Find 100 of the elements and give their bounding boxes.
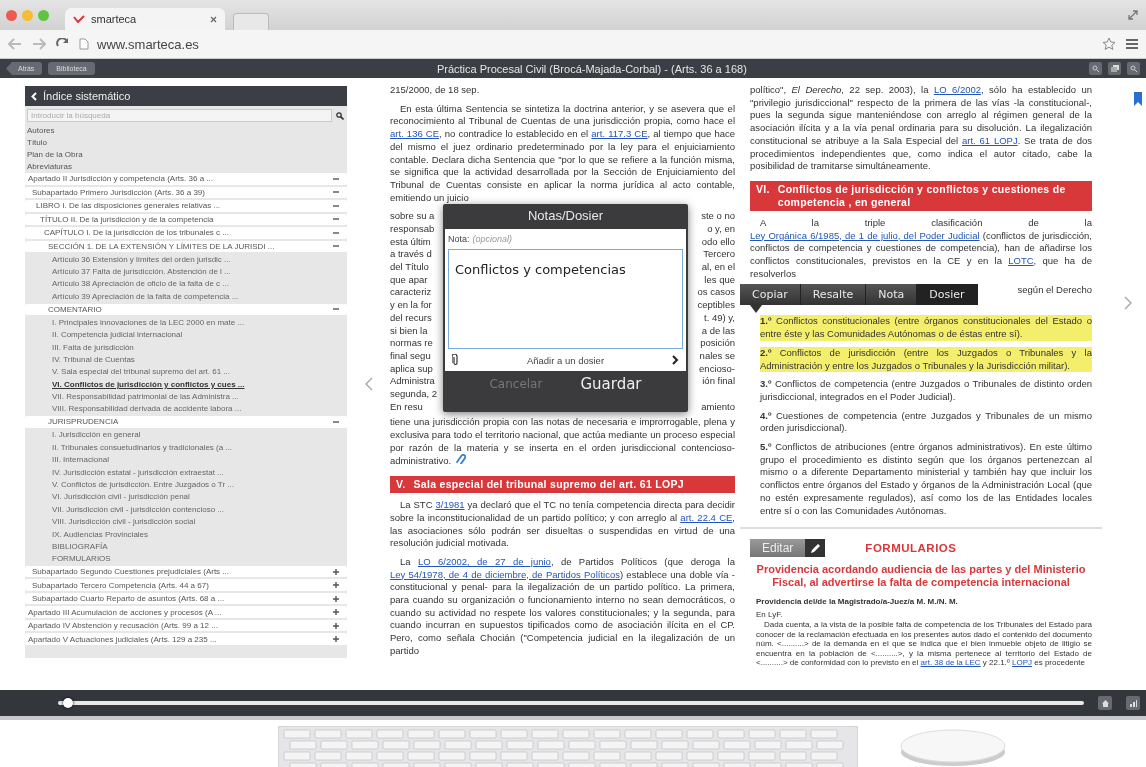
link[interactable]: Ley Orgánica 6/1985, de 1 de julio, del Poder Judicial bbox=[750, 229, 980, 241]
link[interactable]: 3/1981 bbox=[435, 499, 465, 511]
toolbar-button[interactable]: Copiar bbox=[740, 284, 801, 306]
text-fragment: sobre su a bbox=[390, 210, 435, 223]
paragraph: 215/2000, de 18 sep. bbox=[390, 84, 481, 97]
tree-group[interactable]: Subapartado Primero Jurisdicción (Arts. 36 a 39) bbox=[25, 186, 347, 198]
tree-group[interactable]: CAPÍTULO I. De la jurisdicción de los tribunales c ... bbox=[25, 227, 347, 239]
url-text[interactable]: www.smarteca.es bbox=[97, 36, 199, 52]
text-fragment: amiento bbox=[701, 400, 735, 414]
tree-item[interactable]: VI. Jurisdicción civil - jurisdicción penal bbox=[25, 490, 347, 504]
text-fragment: nales se bbox=[699, 349, 735, 363]
tree-item[interactable]: II. Competencia judicial internacional bbox=[25, 328, 347, 341]
tree-group[interactable]: COMENTARIO bbox=[25, 303, 347, 316]
tree-item[interactable]: VI. Conflictos de jurisdicción y conflictos y cues ... bbox=[25, 378, 347, 391]
text-fragment: responsab bbox=[390, 223, 435, 236]
toolbar-button[interactable]: Nota bbox=[866, 284, 918, 306]
tree-item[interactable]: III. Internacional bbox=[25, 453, 347, 466]
star-icon[interactable] bbox=[1102, 37, 1116, 51]
tree-group[interactable]: TÍTULO II. De la jurisdicción y de la competencia bbox=[25, 213, 347, 225]
link[interactable]: LOPJ bbox=[1012, 658, 1032, 668]
section-title: Conflictos de jurisdicción y conflictos y cuestiones de competencia , en general bbox=[777, 182, 1067, 209]
text-fragment: ste o no bbox=[701, 210, 735, 223]
close-icon[interactable] bbox=[210, 15, 217, 23]
tree-item[interactable]: Artículo 38 Apreciación de oficio de la falta de c ... bbox=[25, 277, 347, 291]
index-link[interactable]: Autores bbox=[25, 124, 347, 136]
tree-item[interactable]: IV. Tribunal de Cuentas bbox=[25, 353, 347, 366]
pages-icon bbox=[1110, 65, 1119, 72]
note-field[interactable]: Conflictos y competencias bbox=[448, 249, 683, 350]
slider-thumb[interactable] bbox=[63, 698, 74, 708]
index-title: Índice sistemático bbox=[43, 90, 131, 102]
search-button[interactable] bbox=[1127, 62, 1140, 75]
text-fragment: segunda, 2 bbox=[390, 387, 437, 401]
tree-group[interactable]: Apartado IV Abstención y recusación (Arts. 99 a 12 ... bbox=[25, 620, 347, 632]
link[interactable]: art. 136 CE bbox=[390, 128, 439, 140]
text-fragment: o y, en bbox=[707, 223, 735, 236]
text-fragment: t. 49) y, bbox=[704, 311, 735, 325]
index-link[interactable]: Abreviaturas bbox=[25, 160, 347, 172]
search-icon[interactable] bbox=[336, 111, 344, 120]
tree-item[interactable]: IV. Jurisdicción estatal - jurisdicción extraestat ... bbox=[25, 465, 347, 479]
text-fragment: al, en el bbox=[701, 261, 735, 274]
tree-group[interactable]: Apartado V Actuaciones judiciales (Arts. 129 a 235 ... bbox=[25, 633, 347, 645]
resize-icon[interactable] bbox=[1128, 10, 1138, 20]
tree-item[interactable]: VIII. Responsabilidad derivada de accidente labora ... bbox=[25, 402, 347, 416]
text-fragment: posición bbox=[700, 337, 735, 350]
tree-item[interactable]: I. Principales innovaciones de la LEC 2000 en mate ... bbox=[25, 316, 347, 329]
tree-item[interactable]: II. Tribunales consuetudinarios y tradicionales (a ... bbox=[25, 441, 347, 454]
text-fragment: a de las bbox=[701, 324, 735, 338]
link[interactable]: art. 38 de la LEC bbox=[920, 658, 981, 668]
browser-tab[interactable]: smarteca bbox=[65, 8, 225, 30]
tree-group[interactable]: JURISPRUDENCIA bbox=[25, 416, 347, 428]
tree-group[interactable]: Apartado III Acumulación de acciones y procesos (A ... bbox=[25, 606, 347, 618]
tree-group[interactable]: Subapartado Tercero Competencia (Arts. 44 a 67) bbox=[25, 579, 347, 591]
menu-icon[interactable] bbox=[1126, 39, 1138, 49]
chevron-right-icon[interactable] bbox=[1124, 296, 1132, 310]
close-window-icon[interactable] bbox=[6, 9, 17, 21]
chart-button[interactable] bbox=[1126, 696, 1140, 710]
tree-item[interactable]: BIBLIOGRAFÍA bbox=[25, 540, 347, 553]
text-fragment: y en la for bbox=[390, 299, 432, 312]
tree-group[interactable]: LIBRO I. De las disposiciones generales relativas ... bbox=[25, 200, 347, 212]
tree-group[interactable]: SECCIÓN 1. DE LA EXTENSIÓN Y LÍMITES DE LA JURISDI ... bbox=[25, 240, 347, 252]
link[interactable]: art. 61 LOPJ bbox=[962, 134, 1018, 146]
tree-item[interactable]: IX. Audiencias Provinciales bbox=[25, 527, 347, 541]
link[interactable]: art. 117.3 CE bbox=[591, 128, 648, 140]
dialog-button[interactable]: Guardar bbox=[574, 374, 648, 395]
tree-item[interactable]: VII. Jurisdicción civil - jurisdicción contencioso ... bbox=[25, 503, 347, 516]
tree-group[interactable]: Subapartado Cuarto Reparto de asuntos (Arts. 68 a ... bbox=[25, 593, 347, 605]
tree-item[interactable]: Artículo 36 Extensión y límites del orden jurisdic ... bbox=[25, 253, 347, 266]
toolbar-button[interactable]: Resalte bbox=[800, 284, 867, 306]
tree-item[interactable]: VIII. Jurisdicción civil - jurisdicción social bbox=[25, 515, 347, 528]
list-item: 5.º Conflictos de atribuciones (entre órganos administrativos). En este último grupo el procedimiento es distinto según que los órganos pertenezcan al mismo o a diferente Departamento ministerial y también hay que incluir los conflictos entre órganos del Estado y órganos de la Administración Local (que no estén expresamente regulados), así como los de las Entidades locales entre sí o con las Comunidades Autónomas. bbox=[760, 441, 1092, 518]
search-field[interactable]: Introducir la búsqueda bbox=[27, 109, 332, 122]
link[interactable]: LOTC bbox=[1008, 255, 1034, 267]
text-fragment: ceptibles bbox=[697, 299, 735, 312]
tree-item[interactable]: Artículo 37 Falta de jurisdicción. Abstención de l ... bbox=[25, 265, 347, 278]
pencil-icon bbox=[809, 542, 821, 554]
bookmark-icon[interactable] bbox=[1134, 92, 1142, 106]
link[interactable]: LO 6/2002, de 27 de junio bbox=[417, 555, 551, 567]
tree-item[interactable]: V. Conflictos de jurisdicción. Entre Juzgados o Tr ... bbox=[25, 478, 347, 491]
text-fragment: caracteriz bbox=[390, 286, 432, 300]
tree-group[interactable]: Subapartado Segundo Cuestiones prejudiciales (Arts ... bbox=[25, 566, 347, 578]
pages-button[interactable] bbox=[1108, 62, 1121, 75]
tree-item[interactable]: Artículo 39 Apreciación de la falta de competencia ... bbox=[25, 290, 347, 303]
text-fragment: normas re bbox=[390, 337, 433, 350]
text-fragment: del Título bbox=[390, 261, 429, 274]
text-fragment: odo ello bbox=[701, 235, 735, 249]
zoom-button[interactable] bbox=[1089, 62, 1102, 75]
link[interactable]: Ley 54/1978, de 4 de diciembre, de Partidos Políticos bbox=[390, 568, 620, 580]
index-link[interactable]: Plan de la Obra bbox=[25, 148, 347, 160]
tree-item[interactable]: V. Sala especial del tribunal supremo del art. 61 ... bbox=[25, 365, 347, 378]
tree-group[interactable]: Apartado II Jurisdicción y competencia (Arts. 36 a ... bbox=[25, 173, 347, 185]
list-item: 4.º Cuestiones de competencia (entre Juzgados y Tribunales de un mismo orden jurisdiccional). bbox=[760, 409, 1092, 436]
tree-item[interactable]: I. Jurisdicción en general bbox=[25, 428, 347, 442]
index-link[interactable]: Título bbox=[25, 136, 347, 148]
home-button[interactable] bbox=[1098, 696, 1112, 710]
page-slider[interactable] bbox=[58, 701, 1084, 705]
tree-item[interactable]: FORMULARIOS bbox=[25, 552, 347, 565]
tree-item[interactable]: III. Falta de jurisdicción bbox=[25, 340, 347, 354]
toolbar-button[interactable]: Dosier bbox=[917, 284, 978, 306]
tree-item[interactable]: VII. Responsabilidad patrimonial de las Administra ... bbox=[25, 390, 347, 403]
document-title: Providencia del/de la Magistrado/a-Juez/a M. M./N. M. bbox=[756, 597, 959, 608]
